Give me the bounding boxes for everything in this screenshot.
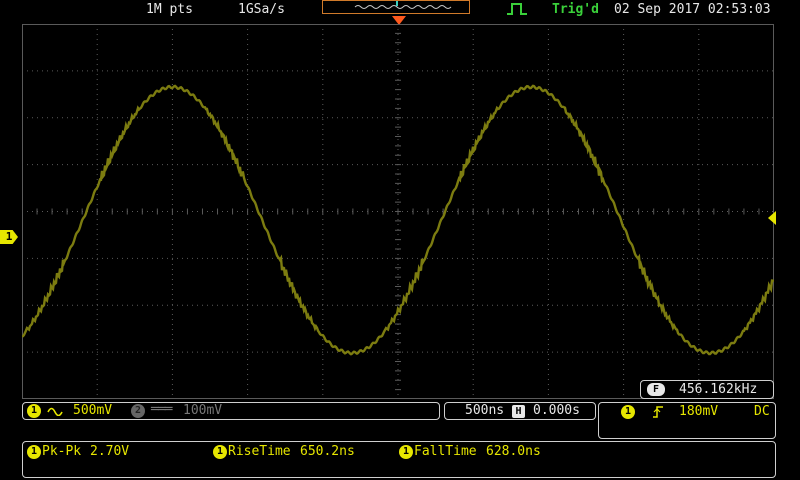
frequency-icon: F <box>647 383 665 396</box>
rising-edge-icon <box>653 406 663 418</box>
timebase-scale: 500ns <box>465 403 505 418</box>
measure1-badge: 1 <box>27 445 41 459</box>
measure-pkpk-label: Pk-Pk <box>42 444 82 459</box>
measurement-panel[interactable]: 1 Pk-Pk 2.70V 1 RiseTime 650.2ns 1 FallT… <box>22 441 776 478</box>
waveform-display[interactable] <box>22 24 774 399</box>
measure-falltime-label: FallTime <box>414 444 477 459</box>
date-time: 02 Sep 2017 02:53:03 <box>614 2 771 17</box>
channel1-ground-marker[interactable]: 1 <box>0 230 18 244</box>
channel1-badge: 1 <box>27 404 41 418</box>
measure3-badge: 1 <box>399 445 413 459</box>
channel-info-panel[interactable]: 1 500mV 2 ═══ 100mV <box>22 402 440 420</box>
memory-waveform-icon <box>354 1 452 9</box>
record-length: 1M pts <box>146 2 193 17</box>
measure-falltime-value: 628.0ns <box>486 444 541 459</box>
timebase-panel[interactable]: 500ns H 0.000s <box>444 402 596 420</box>
memory-position-bar[interactable] <box>322 0 470 14</box>
channel1-scale: 500mV <box>73 403 113 418</box>
frequency-counter: F 456.162kHz <box>640 380 774 399</box>
trigger-status: Trig'd <box>552 2 599 17</box>
trigger-level: 180mV <box>679 404 719 419</box>
ac-wave-icon <box>47 407 63 416</box>
sample-rate: 1GSa/s <box>238 2 285 17</box>
graticule <box>22 24 774 399</box>
measure-risetime-label: RiseTime <box>228 444 291 459</box>
channel1-waveform <box>22 84 774 356</box>
measure-pkpk-value: 2.70V <box>90 444 130 459</box>
trigger-level-marker[interactable] <box>766 211 776 225</box>
dc-coupling-icon: ═══ <box>151 402 173 417</box>
measure-risetime-value: 650.2ns <box>300 444 355 459</box>
frequency-value: 456.162kHz <box>679 382 758 397</box>
trigger-coupling: DC <box>754 404 770 419</box>
horizontal-position: 0.000s <box>533 403 580 418</box>
trigger-edge-icon <box>507 3 527 15</box>
channel2-scale: 100mV <box>183 403 223 418</box>
channel2-badge: 2 <box>131 404 145 418</box>
horizontal-icon: H <box>512 405 525 418</box>
trigger-panel[interactable]: 1 180mV DC <box>598 402 776 439</box>
measure2-badge: 1 <box>213 445 227 459</box>
trigger-source-badge: 1 <box>621 405 635 419</box>
